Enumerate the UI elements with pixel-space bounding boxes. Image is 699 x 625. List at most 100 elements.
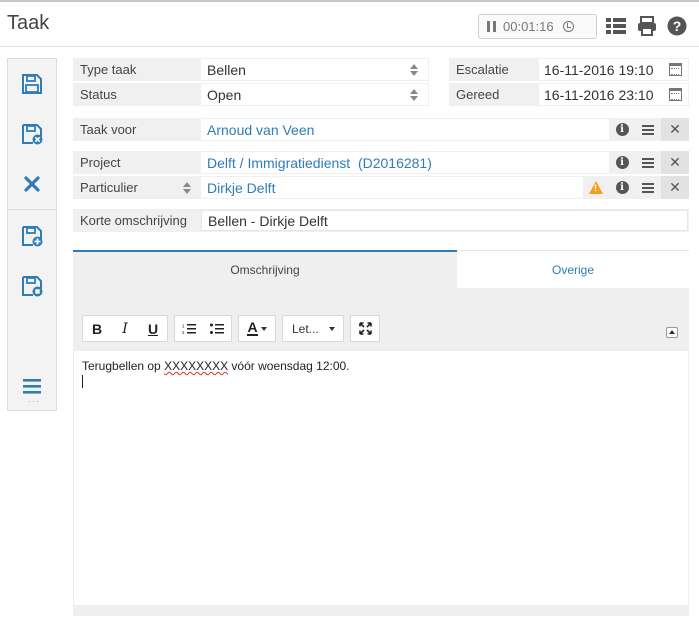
project-field: Project Delft / Immigratiedienst (D20162… bbox=[73, 151, 689, 174]
save-icon[interactable] bbox=[21, 73, 43, 95]
fullscreen-button[interactable] bbox=[351, 316, 379, 341]
menu-icon[interactable] bbox=[21, 375, 43, 397]
list-button[interactable] bbox=[635, 176, 661, 199]
collapse-toolbar-button[interactable] bbox=[666, 327, 678, 338]
font-color-label: A bbox=[247, 319, 258, 336]
underline-button[interactable]: U bbox=[139, 316, 167, 341]
info-button[interactable]: i bbox=[609, 118, 635, 141]
korte-omschrijving-input[interactable]: Bellen - Dirkje Delft bbox=[201, 210, 688, 231]
bullet-list-button[interactable] bbox=[203, 316, 231, 341]
resize-grip[interactable]: ··· bbox=[28, 396, 40, 406]
info-icon: i bbox=[615, 181, 629, 194]
taak-voor-link[interactable]: Arnoud van Veen bbox=[201, 119, 609, 140]
project-link[interactable]: Delft / Immigratiedienst (D2016281) bbox=[201, 152, 609, 173]
list-button[interactable] bbox=[635, 151, 661, 174]
menu-icon bbox=[642, 157, 654, 168]
taak-voor-label: Taak voor bbox=[80, 122, 137, 137]
warning-icon: ! bbox=[589, 181, 603, 194]
header-divider bbox=[0, 46, 699, 47]
chevron-down-icon bbox=[328, 326, 335, 331]
misspelled-word: XXXXXXXX bbox=[164, 359, 229, 373]
sort-icon[interactable] bbox=[183, 182, 191, 194]
korte-omschrijving-field: Korte omschrijving Bellen - Dirkje Delft bbox=[73, 209, 689, 232]
help-icon[interactable]: ? bbox=[666, 15, 688, 37]
text-cursor bbox=[82, 375, 83, 388]
expand-icon bbox=[358, 322, 372, 335]
clear-button[interactable]: ✕ bbox=[661, 118, 689, 141]
close-icon: ✕ bbox=[669, 121, 681, 137]
save-copy-icon[interactable] bbox=[21, 275, 43, 297]
clock-icon bbox=[562, 21, 574, 32]
menu-icon bbox=[642, 124, 654, 135]
font-family-select[interactable]: Let... bbox=[283, 316, 343, 341]
font-family-value: Let... bbox=[292, 321, 319, 336]
particulier-actions: ! i ✕ bbox=[583, 176, 689, 199]
tab-omschrijving[interactable]: Omschrijving bbox=[73, 250, 457, 288]
gereed-input[interactable]: 16-11-2016 23:10 bbox=[539, 84, 688, 105]
page-title: Taak bbox=[7, 12, 50, 34]
type-taak-select[interactable]: Bellen bbox=[201, 59, 428, 80]
escalatie-value: 16-11-2016 19:10 bbox=[544, 61, 654, 78]
list-view-icon[interactable] bbox=[605, 15, 627, 37]
info-icon: i bbox=[615, 156, 629, 169]
gereed-value: 16-11-2016 23:10 bbox=[544, 86, 654, 103]
ordered-list-button[interactable]: 1 2 bbox=[175, 316, 203, 341]
clear-button[interactable]: ✕ bbox=[661, 151, 689, 174]
list-group: 1 2 bbox=[174, 315, 232, 342]
content-text-2: vóór woensdag 12:00. bbox=[228, 359, 350, 373]
chevron-down-icon bbox=[260, 326, 267, 331]
print-icon[interactable] bbox=[636, 15, 658, 37]
close-icon[interactable] bbox=[21, 173, 43, 195]
save-close-icon[interactable] bbox=[21, 123, 43, 145]
clear-button[interactable]: ✕ bbox=[661, 176, 689, 199]
status-value: Open bbox=[207, 86, 242, 103]
task-timer[interactable]: 00:01:16 bbox=[478, 14, 597, 39]
tab-bar: Omschrijving Overige bbox=[73, 250, 689, 288]
calendar-icon[interactable] bbox=[669, 88, 682, 101]
menu-icon bbox=[642, 182, 654, 193]
fullscreen-group bbox=[350, 315, 380, 342]
format-group: B I U bbox=[82, 315, 168, 342]
content-text-1: Terugbellen op bbox=[82, 359, 165, 373]
type-taak-label: Type taak bbox=[80, 62, 137, 77]
sidebar-divider bbox=[8, 209, 56, 210]
warning-indicator[interactable]: ! bbox=[583, 176, 609, 199]
pause-icon[interactable] bbox=[487, 21, 496, 32]
timer-value: 00:01:16 bbox=[503, 19, 554, 34]
tab-overige[interactable]: Overige bbox=[457, 250, 689, 288]
taak-voor-field: Taak voor Arnoud van Veen i ✕ bbox=[73, 118, 689, 141]
color-group: A bbox=[238, 315, 276, 342]
status-select[interactable]: Open bbox=[201, 84, 428, 105]
top-border bbox=[0, 0, 699, 2]
info-icon: i bbox=[615, 123, 629, 136]
particulier-select[interactable]: Particulier bbox=[73, 180, 138, 195]
save-new-icon[interactable] bbox=[21, 225, 43, 247]
type-taak-field: Type taak Bellen bbox=[73, 58, 429, 81]
close-icon: ✕ bbox=[669, 154, 681, 170]
italic-button[interactable]: I bbox=[111, 316, 139, 341]
calendar-icon[interactable] bbox=[669, 63, 682, 76]
bullet-list-icon bbox=[210, 323, 224, 334]
info-button[interactable]: i bbox=[609, 151, 635, 174]
info-button[interactable]: i bbox=[609, 176, 635, 199]
svg-text:?: ? bbox=[673, 18, 682, 34]
list-button[interactable] bbox=[635, 118, 661, 141]
status-label: Status bbox=[80, 87, 117, 102]
bold-button[interactable]: B bbox=[83, 316, 111, 341]
escalatie-input[interactable]: 16-11-2016 19:10 bbox=[539, 59, 688, 80]
particulier-link[interactable]: Dirkje Delft bbox=[201, 177, 583, 198]
gereed-label: Gereed bbox=[456, 87, 500, 102]
rich-text-editor: B I U 1 2 A Let... Terugbellen op XXXXXX… bbox=[73, 288, 689, 616]
close-icon: ✕ bbox=[669, 179, 681, 195]
escalatie-field: Escalatie 16-11-2016 19:10 bbox=[449, 58, 689, 81]
editor-toolbar: B I U 1 2 A Let... bbox=[82, 315, 380, 342]
sort-icon bbox=[410, 64, 418, 76]
sort-icon bbox=[410, 89, 418, 101]
project-actions: i ✕ bbox=[609, 151, 689, 174]
svg-text:2: 2 bbox=[182, 330, 185, 335]
font-color-button[interactable]: A bbox=[239, 316, 275, 341]
korte-omschrijving-label: Korte omschrijving bbox=[80, 213, 187, 228]
editor-content[interactable]: Terugbellen op XXXXXXXX vóór woensdag 12… bbox=[74, 351, 688, 605]
taak-voor-actions: i ✕ bbox=[609, 118, 689, 141]
status-field: Status Open bbox=[73, 83, 429, 106]
